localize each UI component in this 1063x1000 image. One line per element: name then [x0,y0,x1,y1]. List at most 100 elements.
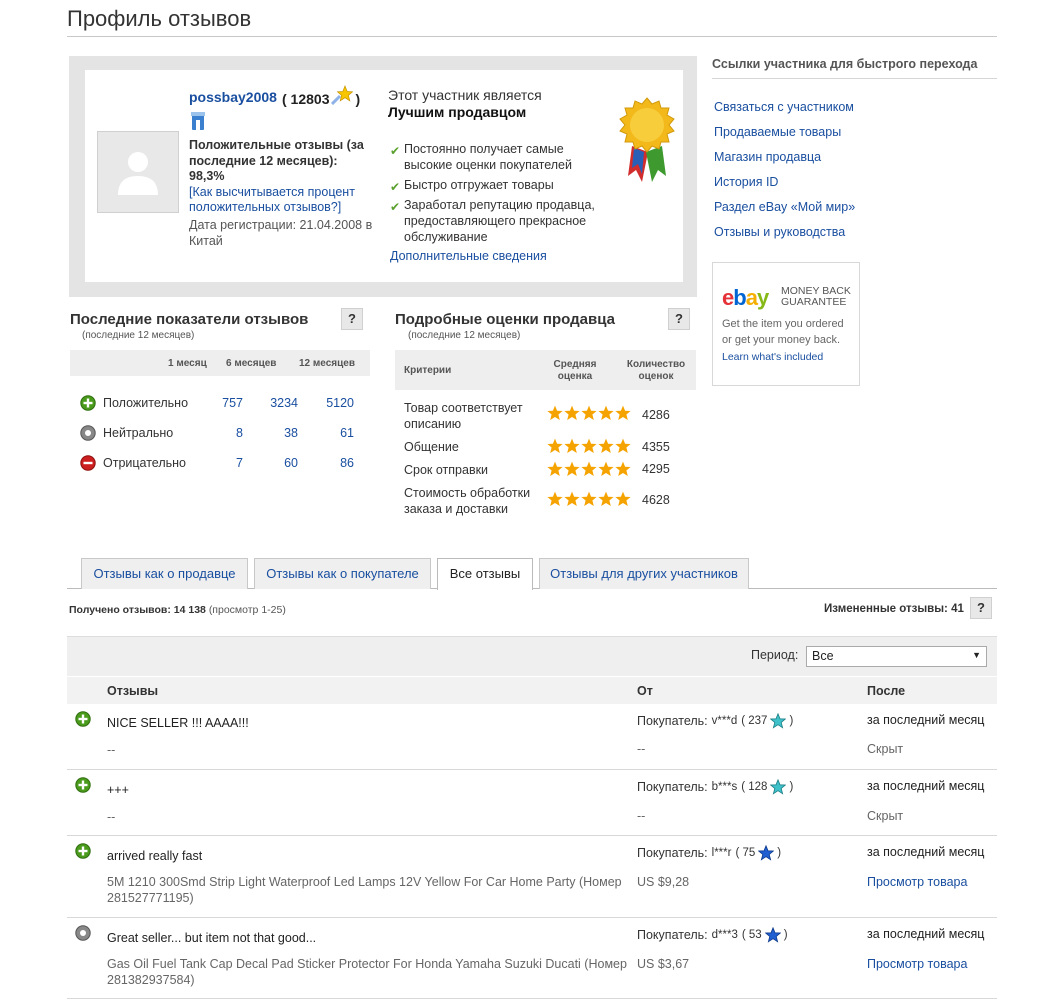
received-range: (просмотр 1-25) [208,604,286,616]
top-seller-intro: Этот участник является [388,87,542,103]
recent-ratings-title: Последние показатели отзывов [70,311,309,328]
view-item-link[interactable]: Просмотр товара [867,957,967,971]
column-header-12-months: 12 месяцев [299,358,355,369]
rating-star-icon [547,438,563,453]
benefit-text: Постоянно получает самые высокие оценки … [404,142,572,172]
period-selected-value: Все [812,649,834,663]
row-divider [67,998,997,999]
row-divider [67,835,997,836]
feedback-price: US $9,28 [637,875,690,889]
buyer-username-link[interactable]: d***3 [712,929,738,941]
recent-ratings-help-button[interactable]: ? [341,308,363,330]
quick-links-title: Ссылки участника для быстрого перехода [712,57,978,71]
top-seller-benefit: ✔ Быстро отгружает товары [390,177,605,195]
feedback-price: US $3,67 [637,957,690,971]
positive-percent-help-link[interactable]: [Как высчитывается процент положительных… [189,185,379,215]
feedback-score-value: ( 12803 [282,91,330,107]
rating-star-icon [615,461,631,476]
my-world-link[interactable]: Раздел eBay «Мой мир» [714,200,855,214]
negative-12-months-count[interactable]: 86 [316,456,354,470]
rating-star-icon [564,491,580,506]
neutral-6-months-count[interactable]: 38 [260,426,298,440]
more-info-link[interactable]: Дополнительные сведения [390,249,547,263]
rating-star-icon [598,491,614,506]
feedback-when: за последний месяц [867,713,985,727]
detailed-ratings-subtitle: (последние 12 месяцев) [408,330,521,341]
avatar[interactable] [97,131,179,213]
buyer-username-link[interactable]: l***r [712,847,732,859]
buyer-username-link[interactable]: b***s [712,781,738,793]
recent-ratings-subtitle: (последние 12 месяцев) [82,330,195,341]
reviews-guides-link[interactable]: Отзывы и руководства [714,225,845,239]
positive-1-month-count[interactable]: 757 [213,396,243,410]
buyer-username-link[interactable]: v***d [712,715,738,727]
default-user-icon [118,152,158,195]
detailed-ratings-title: Подробные оценки продавца [395,311,615,328]
column-header-average: Средняя оценка [553,359,597,382]
positive-12-months-count[interactable]: 5120 [316,396,354,410]
title-divider [67,36,997,37]
received-count: 14 138 [173,604,206,616]
feedback-comment: NICE SELLER !!! AAAA!!! [107,716,249,730]
feedback-score[interactable]: ( 12803 ) [282,85,360,109]
neutral-label: Нейтрально [103,426,174,440]
period-select[interactable]: Все ▼ [806,646,987,667]
buyer-score: ( 237 [741,715,768,727]
rating-star-icon [547,461,563,476]
neutral-12-months-count[interactable]: 61 [316,426,354,440]
store-icon[interactable] [190,111,206,131]
seller-username-link[interactable]: possbay2008 [189,89,277,105]
tab-all-feedback[interactable]: Все отзывы [437,558,533,590]
rating-stars [547,405,631,421]
items-for-sale-link[interactable]: Продаваемые товары [714,125,841,139]
feedback-item-title[interactable]: 5M 1210 300Smd Strip Light Waterproof Le… [107,874,627,906]
negative-icon [80,455,96,471]
ebay-logo: ebay [722,285,769,310]
blue-star-icon [758,845,775,861]
negative-label: Отрицательно [103,456,187,470]
feedback-item: -- [107,743,116,757]
column-header-6-months: 6 месяцев [226,358,277,369]
view-item-link[interactable]: Просмотр товара [867,875,967,889]
rating-stars [547,491,631,507]
negative-1-month-count[interactable]: 7 [213,456,243,470]
money-back-learn-link[interactable]: Learn what's included [722,351,823,363]
neutral-1-month-count[interactable]: 8 [213,426,243,440]
checkmark-icon: ✔ [390,180,401,194]
dropdown-arrow-icon: ▼ [972,650,981,660]
tab-feedback-as-seller[interactable]: Отзывы как о продавце [81,558,248,589]
feedback-when: за последний месяц [867,927,985,941]
criteria-description: Товар соответствует описанию [404,401,523,431]
received-feedback-summary: Получено отзывов: 14 138 (просмотр 1-25) [69,604,286,616]
checkmark-icon: ✔ [390,144,401,158]
positive-6-months-count[interactable]: 3234 [260,396,298,410]
changed-label: Измененные отзывы: [824,603,948,615]
id-history-link[interactable]: История ID [714,175,778,189]
tab-feedback-as-buyer[interactable]: Отзывы как о покупателе [254,558,431,589]
detailed-ratings-help-button[interactable]: ? [668,308,690,330]
changed-feedback-help-button[interactable]: ? [970,597,992,619]
money-back-text: Get the item you ordered [722,318,844,330]
feedback-comment: Great seller... but item not that good..… [107,931,317,945]
row-divider [67,769,997,770]
seller-store-link[interactable]: Магазин продавца [714,150,821,164]
positive-icon [75,777,91,793]
feedback-when: за последний месяц [867,779,985,793]
row-divider [67,917,997,918]
negative-6-months-count[interactable]: 60 [260,456,298,470]
feedback-table-header [67,677,997,704]
top-seller-benefit: ✔ Постоянно получает самые высокие оценк… [390,141,605,173]
feedback-buyer: Покупатель: v***d ( 237 ) [637,713,794,729]
rating-count: 4628 [642,493,670,507]
benefit-text: Быстро отгружает товары [404,178,554,192]
positive-icon [80,395,96,411]
buyer-score: ( 75 [735,847,756,859]
tab-feedback-for-others[interactable]: Отзывы для других участников [539,558,749,589]
rating-star-icon [564,461,580,476]
money-back-guarantee-box[interactable]: ebay Money back guarantee Get the item y… [712,262,860,386]
column-header-from: От [637,684,653,698]
neutral-icon [80,425,96,441]
criteria-shipping-charges: Стоимость обработки заказа и доставки [404,486,531,516]
feedback-item-title[interactable]: Gas Oil Fuel Tank Cap Decal Pad Sticker … [107,956,627,988]
contact-member-link[interactable]: Связаться с участником [714,100,854,114]
